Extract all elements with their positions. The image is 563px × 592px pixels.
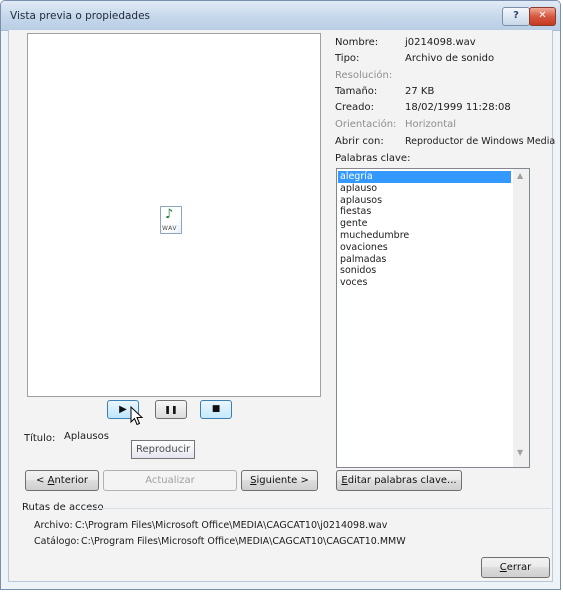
orientation-value: Horizontal (405, 119, 457, 130)
type-label: Tipo: (335, 53, 360, 64)
pause-button[interactable]: ❚❚ (155, 400, 187, 419)
help-button[interactable]: ? (502, 7, 530, 26)
update-button[interactable]: Actualizar (103, 470, 237, 491)
edit-keywords-label: ditar palabras clave... (347, 475, 457, 486)
keyword-item[interactable]: voces (338, 277, 511, 289)
wav-icon-label: WAV (162, 225, 177, 232)
keyword-item[interactable]: aplauso (338, 183, 511, 195)
play-tooltip: Reproducir (131, 440, 196, 459)
resolution-label: Resolución: (335, 70, 393, 81)
wav-file-icon: ♪ WAV (160, 206, 182, 234)
keyword-item[interactable]: aplausos (338, 195, 511, 207)
close-mnemonic: C (499, 562, 507, 573)
keyword-item[interactable]: ovaciones (338, 242, 511, 254)
keyword-item[interactable]: gente (338, 218, 511, 230)
edit-keywords-button[interactable]: Editar palabras clave... (336, 470, 462, 491)
created-label: Creado: (335, 102, 374, 113)
name-value: j0214098.wav (405, 37, 476, 48)
previous-button[interactable]: < Anterior (25, 470, 99, 491)
window-title: Vista previa o propiedades (10, 10, 151, 22)
paths-divider (84, 508, 551, 509)
keyword-item[interactable]: palmadas (338, 254, 511, 266)
keywords-scrollbar[interactable]: ▲ ▼ (513, 169, 529, 467)
open-with-label: Abrir con: (335, 136, 384, 147)
pause-icon: ❚❚ (164, 405, 178, 414)
close-window-button[interactable]: ✕ (529, 7, 556, 26)
music-note-icon: ♪ (165, 207, 174, 222)
title-bar[interactable]: Vista previa o propiedades ? ✕ (1, 1, 560, 31)
previous-label: nterior (54, 475, 88, 486)
mouse-pointer-icon (130, 405, 144, 426)
next-label: iguiente > (256, 475, 309, 486)
name-label: Nombre: (335, 37, 379, 48)
keyword-item[interactable]: fiestas (338, 206, 511, 218)
catalog-path-label: Catálogo: (34, 536, 80, 547)
open-with-value: Reproductor de Windows Media (405, 136, 556, 147)
title-value[interactable]: Aplausos (64, 431, 109, 442)
previous-prefix: < (36, 475, 48, 486)
keywords-listbox[interactable]: alegría aplauso aplausos fiestas gente m… (336, 168, 530, 468)
scroll-down-icon[interactable]: ▼ (517, 448, 523, 457)
stop-icon: ■ (211, 404, 221, 414)
file-path-value: C:\Program Files\Microsoft Office\MEDIA\… (75, 520, 388, 531)
close-label: errar (506, 562, 532, 573)
keyword-item[interactable]: alegría (338, 171, 511, 183)
created-value: 18/02/1999 11:28:08 (405, 102, 511, 113)
type-value: Archivo de sonido (405, 53, 495, 64)
file-path-label: Archivo: (34, 520, 73, 531)
keywords-label: Palabras clave: (335, 153, 411, 164)
scroll-up-icon[interactable]: ▲ (517, 171, 523, 180)
stop-button[interactable]: ■ (200, 400, 232, 419)
close-button[interactable]: Cerrar (481, 557, 550, 578)
keyword-item[interactable]: muchedumbre (338, 230, 511, 242)
next-button[interactable]: Siguiente > (241, 470, 318, 491)
title-label: Título: (24, 433, 56, 444)
size-label: Tamaño: (335, 86, 378, 97)
size-value: 27 KB (405, 86, 435, 97)
catalog-path-value: C:\Program Files\Microsoft Office\MEDIA\… (81, 536, 406, 547)
play-icon: ▶ (119, 404, 127, 415)
orientation-label: Orientación: (335, 119, 397, 130)
keyword-item[interactable]: sonidos (338, 265, 511, 277)
